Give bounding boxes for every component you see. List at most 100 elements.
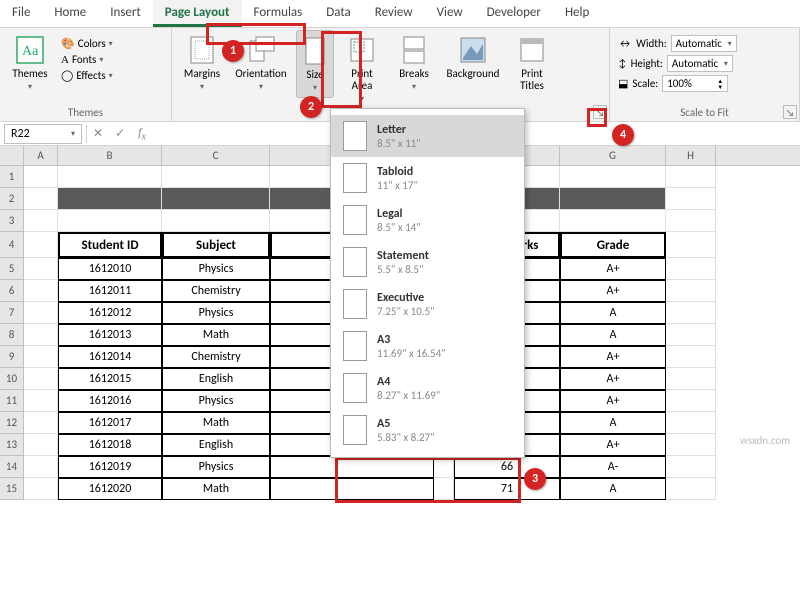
height-select[interactable]: Automatic▾: [667, 55, 733, 72]
row-header[interactable]: 10: [0, 368, 24, 390]
tab-file[interactable]: File: [0, 0, 42, 27]
effects-button[interactable]: ◯Effects▾: [58, 68, 116, 83]
width-label: Width:: [636, 37, 667, 50]
margins-button[interactable]: Margins▾: [178, 30, 226, 96]
chevron-down-icon: ▾: [724, 59, 728, 69]
size-item-a3[interactable]: A311.69" x 16.54": [331, 325, 524, 367]
cancel-icon[interactable]: ✕: [87, 126, 109, 141]
chevron-down-icon: ▾: [71, 129, 75, 139]
col-header-c[interactable]: C: [162, 146, 270, 165]
fx-icon[interactable]: fx: [131, 125, 153, 142]
row-header[interactable]: 11: [0, 390, 24, 412]
chevron-down-icon: ▾: [99, 55, 103, 65]
size-icon: [299, 35, 331, 67]
row-header[interactable]: 6: [0, 280, 24, 302]
col-header-b[interactable]: B: [58, 146, 162, 165]
width-icon: ↔: [618, 37, 632, 50]
tab-home[interactable]: Home: [42, 0, 98, 27]
group-label-scale: Scale to Fit: [616, 104, 793, 121]
th-subject: Subject: [162, 232, 270, 258]
chevron-down-icon: ▾: [28, 82, 32, 92]
row-header[interactable]: 4: [0, 232, 24, 258]
row-header[interactable]: 13: [0, 434, 24, 456]
enter-icon[interactable]: ✓: [109, 126, 131, 141]
print-area-button[interactable]: Print Area▾: [338, 30, 386, 108]
height-icon: ↕: [618, 57, 627, 70]
row-header[interactable]: 9: [0, 346, 24, 368]
size-dropdown-menu: Letter8.5" x 11" Tabloid11" x 17" Legal8…: [330, 108, 525, 458]
tab-view[interactable]: View: [425, 0, 475, 27]
tab-data[interactable]: Data: [314, 0, 363, 27]
chevron-down-icon: ▾: [728, 39, 732, 49]
print-area-icon: [346, 34, 378, 66]
effects-icon: ◯: [61, 69, 73, 82]
page-icon: [343, 373, 367, 403]
row-header[interactable]: 15: [0, 478, 24, 500]
th-grade: Grade: [560, 232, 666, 258]
ribbon-tabs: File Home Insert Page Layout Formulas Da…: [0, 0, 800, 28]
breaks-button[interactable]: Breaks▾: [390, 30, 438, 96]
col-header-h[interactable]: H: [666, 146, 716, 165]
size-button[interactable]: Size▾: [296, 30, 334, 98]
table-row: 141612019Physics66A-: [0, 456, 800, 478]
th-student-id: Student ID: [58, 232, 162, 258]
name-box[interactable]: R22▾: [4, 124, 82, 144]
page-icon: [343, 205, 367, 235]
themes-button[interactable]: Aa Themes ▾: [6, 30, 54, 96]
themes-icon: Aa: [14, 34, 46, 66]
row-header[interactable]: 1: [0, 166, 24, 188]
select-all-corner[interactable]: [0, 146, 24, 165]
page-setup-launcher[interactable]: ↘: [593, 105, 607, 119]
orientation-icon: [245, 34, 277, 66]
chevron-down-icon: ▾: [313, 83, 317, 93]
size-item-a5[interactable]: A55.83" x 8.27": [331, 409, 524, 451]
callout-2: 2: [300, 96, 322, 118]
size-item-executive[interactable]: Executive7.25" x 10.5": [331, 283, 524, 325]
chevron-down-icon: ▾: [200, 82, 204, 92]
page-icon: [343, 331, 367, 361]
size-item-letter[interactable]: Letter8.5" x 11": [331, 115, 524, 157]
row-header[interactable]: 2: [0, 188, 24, 210]
tab-page-layout[interactable]: Page Layout: [153, 0, 242, 27]
row-header[interactable]: 12: [0, 412, 24, 434]
tab-formulas[interactable]: Formulas: [242, 0, 315, 27]
tab-insert[interactable]: Insert: [98, 0, 153, 27]
row-header[interactable]: 5: [0, 258, 24, 280]
group-label-themes: Themes: [6, 104, 165, 121]
breaks-icon: [398, 34, 430, 66]
row-header[interactable]: 7: [0, 302, 24, 324]
group-themes: Aa Themes ▾ 🎨Colors▾ AFonts▾ ◯Effects▾ T…: [0, 28, 172, 121]
fonts-button[interactable]: AFonts▾: [58, 52, 116, 67]
scale-input[interactable]: 100%▲▼: [662, 75, 728, 92]
col-header-a[interactable]: A: [24, 146, 58, 165]
svg-text:Aa: Aa: [22, 44, 39, 59]
scale-label: Scale:: [632, 77, 658, 90]
tab-review[interactable]: Review: [363, 0, 425, 27]
orientation-button[interactable]: Orientation▾: [230, 30, 292, 96]
row-header[interactable]: 3: [0, 210, 24, 232]
background-button[interactable]: Background: [442, 30, 504, 84]
scale-icon: ⬓: [618, 77, 628, 90]
page-icon: [343, 247, 367, 277]
size-item-tabloid[interactable]: Tabloid11" x 17": [331, 157, 524, 199]
chevron-down-icon: ▾: [259, 82, 263, 92]
row-header[interactable]: 8: [0, 324, 24, 346]
size-item-legal[interactable]: Legal8.5" x 14": [331, 199, 524, 241]
size-item-statement[interactable]: Statement5.5" x 8.5": [331, 241, 524, 283]
row-header[interactable]: 14: [0, 456, 24, 478]
group-scale-to-fit: ↔ Width: Automatic▾ ↕ Height: Automatic▾…: [610, 28, 800, 121]
callout-4: 4: [612, 124, 634, 146]
background-icon: [457, 34, 489, 66]
width-select[interactable]: Automatic▾: [671, 35, 737, 52]
size-item-a4[interactable]: A48.27" x 11.69": [331, 367, 524, 409]
chevron-down-icon: ▾: [360, 94, 364, 104]
scale-to-fit-launcher[interactable]: ↘: [783, 105, 797, 119]
colors-icon: 🎨: [61, 37, 75, 50]
col-header-g[interactable]: G: [560, 146, 666, 165]
fonts-icon: A: [61, 54, 69, 66]
colors-button[interactable]: 🎨Colors▾: [58, 36, 116, 51]
tab-help[interactable]: Help: [553, 0, 601, 27]
margins-icon: [186, 34, 218, 66]
tab-developer[interactable]: Developer: [475, 0, 553, 27]
print-titles-button[interactable]: Print Titles: [508, 30, 556, 96]
